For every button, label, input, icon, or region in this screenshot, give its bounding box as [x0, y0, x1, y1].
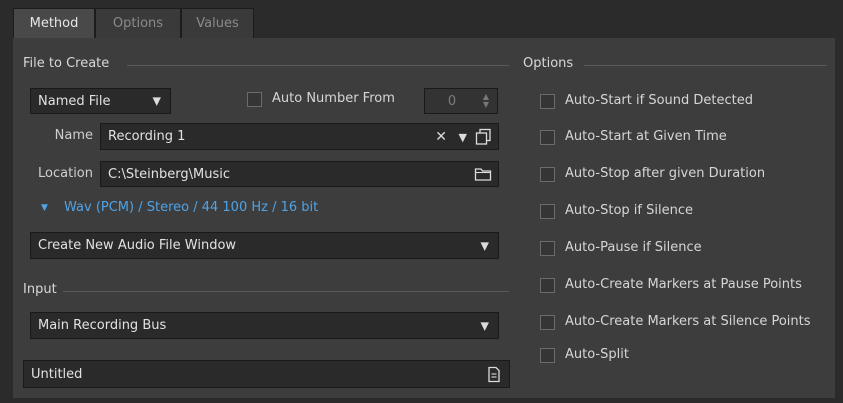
window-select-value: Create New Audio File Window	[38, 238, 237, 253]
file-mode-select[interactable]: Named File ▼	[30, 88, 171, 114]
name-input[interactable]: Recording 1 ✕ ▼	[100, 123, 499, 150]
expand-format-icon[interactable]: ▼	[41, 203, 48, 213]
copy-icon[interactable]	[475, 128, 492, 149]
markers-silence-checkbox[interactable]	[540, 315, 555, 330]
input-heading: Input	[23, 282, 57, 297]
tab-bar: Method Options Values	[0, 0, 843, 38]
chevron-down-icon[interactable]: ▼	[459, 131, 467, 144]
auto-number-label: Auto Number From	[272, 91, 395, 106]
file-mode-value: Named File	[38, 93, 111, 109]
auto-number-value: 0	[447, 93, 457, 109]
options-heading: Options	[523, 56, 574, 71]
close-icon[interactable]: ✕	[435, 129, 447, 145]
location-input[interactable]: C:\Steinberg\Music	[100, 161, 499, 187]
section-divider	[127, 65, 509, 66]
chevron-down-icon: ▼	[480, 319, 489, 332]
folder-icon[interactable]	[474, 166, 492, 186]
document-icon[interactable]	[487, 366, 501, 387]
chevron-down-icon: ▼	[152, 94, 161, 108]
tab-method[interactable]: Method	[13, 8, 95, 38]
tab-values[interactable]: Values	[181, 8, 254, 38]
location-value: C:\Steinberg\Music	[108, 166, 231, 182]
chevron-down-icon: ▼	[480, 239, 489, 252]
auto-start-time-label: Auto-Start at Given Time	[565, 129, 727, 144]
file-to-create-heading: File to Create	[23, 56, 110, 71]
spinner-icon[interactable]: ▲ ▼	[483, 93, 489, 109]
auto-split-checkbox[interactable]	[540, 348, 555, 363]
auto-start-time-checkbox[interactable]	[540, 130, 555, 145]
auto-stop-silence-checkbox[interactable]	[540, 204, 555, 219]
name-value: Recording 1	[108, 129, 186, 144]
auto-pause-silence-label: Auto-Pause if Silence	[565, 240, 702, 255]
window-select[interactable]: Create New Audio File Window ▼	[30, 232, 499, 259]
input-bus-value: Main Recording Bus	[38, 318, 167, 333]
section-divider	[63, 291, 509, 292]
auto-stop-duration-label: Auto-Stop after given Duration	[565, 166, 766, 181]
title-input[interactable]: Untitled	[23, 360, 510, 388]
auto-stop-silence-label: Auto-Stop if Silence	[565, 203, 693, 218]
input-bus-select[interactable]: Main Recording Bus ▼	[30, 312, 499, 339]
auto-start-sound-checkbox[interactable]	[540, 94, 555, 109]
section-divider	[584, 65, 827, 66]
markers-silence-label: Auto-Create Markers at Silence Points	[565, 314, 811, 329]
auto-split-label: Auto-Split	[565, 347, 629, 362]
location-label: Location	[38, 166, 93, 181]
auto-start-sound-label: Auto-Start if Sound Detected	[565, 93, 753, 108]
auto-number-input[interactable]: 0 ▲ ▼	[424, 88, 498, 114]
markers-pause-checkbox[interactable]	[540, 278, 555, 293]
format-link[interactable]: Wav (PCM) / Stereo / 44 100 Hz / 16 bit	[64, 200, 318, 215]
auto-stop-duration-checkbox[interactable]	[540, 167, 555, 182]
auto-number-checkbox[interactable]	[247, 92, 262, 107]
markers-pause-label: Auto-Create Markers at Pause Points	[565, 277, 802, 292]
auto-pause-silence-checkbox[interactable]	[540, 241, 555, 256]
tab-options[interactable]: Options	[95, 8, 181, 38]
name-label: Name	[54, 128, 93, 143]
title-value: Untitled	[31, 366, 83, 382]
